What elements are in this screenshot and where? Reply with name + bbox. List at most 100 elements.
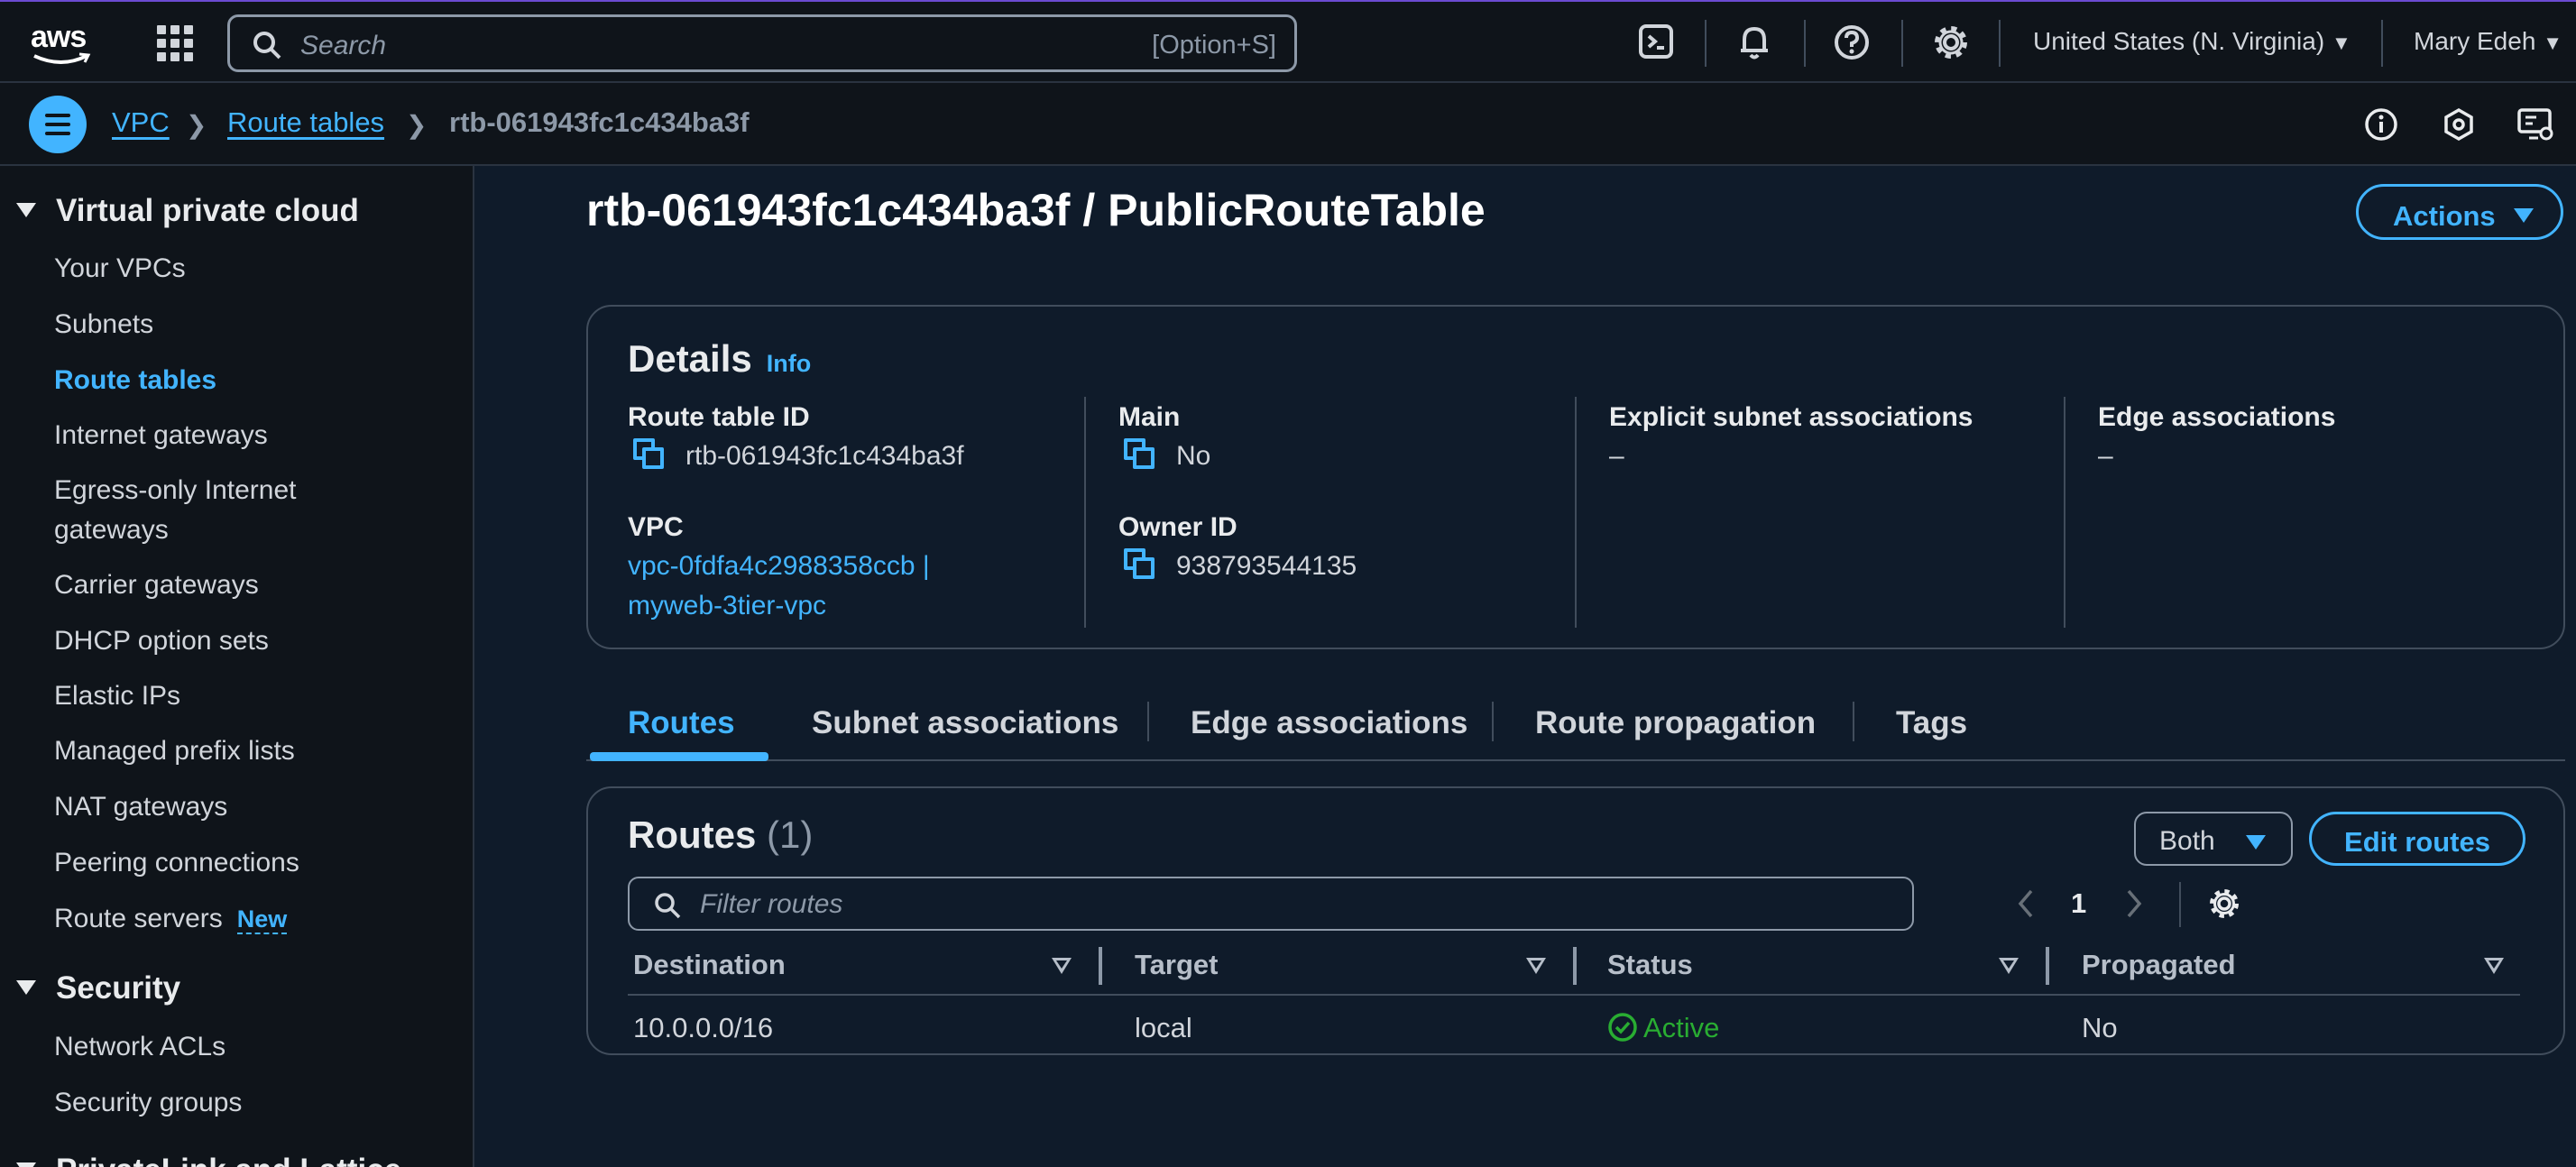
- side-nav-toggle-button[interactable]: [29, 96, 87, 153]
- settings-icon[interactable]: [1930, 22, 1972, 63]
- column-resizer[interactable]: [1099, 947, 1102, 985]
- vpc-name-link[interactable]: myweb-3tier-vpc: [628, 586, 826, 626]
- explicit-subnet-associations-value: –: [1609, 441, 1624, 471]
- cell-status: Active: [1607, 1012, 1719, 1045]
- nav-section-security[interactable]: Security: [16, 970, 180, 1006]
- breadcrumb-current: rtb-061943fc1c434ba3f: [449, 106, 750, 138]
- sidebar-item-route-tables[interactable]: Route tables: [54, 361, 216, 400]
- side-navigation: Virtual private cloud Your VPCs Subnets …: [0, 166, 474, 1167]
- cloudshell-icon[interactable]: [1636, 22, 1678, 63]
- sidebar-item-nat-gateways[interactable]: NAT gateways: [54, 787, 227, 827]
- sort-icon[interactable]: [1052, 958, 1072, 974]
- sort-icon[interactable]: [2484, 958, 2504, 974]
- cell-target: local: [1135, 1012, 1192, 1043]
- main-content: rtb-061943fc1c434ba3f / PublicRouteTable…: [476, 166, 2576, 1167]
- column-divider: [1084, 397, 1086, 628]
- tab-tags[interactable]: Tags: [1896, 705, 1967, 741]
- help-icon[interactable]: [1831, 22, 1872, 63]
- sidebar-item-carrier-gateways[interactable]: Carrier gateways: [54, 565, 259, 605]
- tab-subnet-associations[interactable]: Subnet associations: [812, 705, 1118, 741]
- edit-routes-button[interactable]: Edit routes: [2309, 812, 2525, 866]
- account-menu[interactable]: Mary Edeh ▼: [2414, 27, 2562, 56]
- new-badge: New: [236, 905, 288, 934]
- main-value: No: [1124, 436, 1210, 476]
- aws-logo[interactable]: aws: [31, 20, 96, 67]
- page-title: rtb-061943fc1c434ba3f / PublicRouteTable: [586, 185, 1486, 235]
- region-selector[interactable]: United States (N. Virginia) ▼: [2033, 27, 2351, 56]
- nav-section-virtual-private-cloud[interactable]: Virtual private cloud: [16, 193, 359, 229]
- tab-divider: [1147, 702, 1149, 741]
- tab-divider: [1853, 702, 1854, 741]
- chevron-right-icon[interactable]: [2123, 887, 2145, 920]
- divider: [1705, 20, 1707, 67]
- sidebar-item-your-vpcs[interactable]: Your VPCs: [54, 249, 186, 289]
- search-icon: [655, 893, 681, 919]
- column-header-destination[interactable]: Destination: [633, 949, 786, 981]
- caret-down-icon: [2514, 208, 2534, 223]
- copy-icon[interactable]: [633, 438, 666, 471]
- copy-icon[interactable]: [1124, 548, 1156, 581]
- page-number[interactable]: 1: [2071, 887, 2086, 920]
- sidebar-item-egress-only-internet-gateways[interactable]: Egress-only Internet gateways: [54, 471, 352, 550]
- tab-divider: [1492, 702, 1494, 741]
- sidebar-item-network-acls[interactable]: Network ACLs: [54, 1027, 225, 1067]
- hexagon-feedback-icon[interactable]: [2441, 106, 2477, 142]
- column-header-propagated[interactable]: Propagated: [2082, 949, 2236, 981]
- global-search-input[interactable]: Search [Option+S]: [227, 14, 1297, 72]
- tab-underline: [586, 759, 2565, 761]
- filter-routes-input[interactable]: Filter routes: [628, 877, 1914, 931]
- search-shortcut: [Option+S]: [1152, 31, 1276, 60]
- chevron-left-icon[interactable]: [2015, 887, 2037, 920]
- column-resizer[interactable]: [1573, 947, 1577, 985]
- display-preferences-icon[interactable]: [2516, 106, 2556, 142]
- bell-icon[interactable]: [1734, 22, 1775, 63]
- sidebar-item-route-servers[interactable]: Route servers New: [54, 899, 288, 939]
- tab-routes[interactable]: Routes: [628, 705, 735, 741]
- services-grid-icon[interactable]: [157, 25, 193, 61]
- breadcrumb-vpc-link[interactable]: VPC: [112, 106, 170, 139]
- sort-icon[interactable]: [1526, 958, 1546, 974]
- search-icon: [253, 32, 281, 60]
- vpc-label: VPC: [628, 512, 684, 542]
- status-success-icon: [1608, 1013, 1637, 1042]
- table-divider: [628, 994, 2520, 996]
- column-divider: [2064, 397, 2065, 628]
- chevron-right-icon: ❯: [186, 111, 207, 139]
- vpc-link[interactable]: vpc-0fdfa4c2988358ccb |: [628, 547, 930, 586]
- settings-icon[interactable]: [2206, 886, 2242, 922]
- sidebar-item-security-groups[interactable]: Security groups: [54, 1083, 242, 1123]
- sidebar-item-elastic-ips[interactable]: Elastic IPs: [54, 676, 180, 716]
- sidebar-item-subnets[interactable]: Subnets: [54, 305, 153, 345]
- column-resizer[interactable]: [2046, 947, 2049, 985]
- tab-edge-associations[interactable]: Edge associations: [1191, 705, 1467, 741]
- caret-down-icon: [16, 979, 36, 995]
- actions-button[interactable]: Actions: [2356, 184, 2563, 240]
- route-filter-select[interactable]: Both: [2134, 812, 2293, 866]
- column-header-target[interactable]: Target: [1135, 949, 1218, 981]
- chevron-right-icon: ❯: [406, 111, 428, 139]
- divider: [2179, 882, 2181, 927]
- nav-section-privatelink-and-lattice[interactable]: PrivateLink and Lattice: [16, 1153, 401, 1167]
- sidebar-item-peering-connections[interactable]: Peering connections: [54, 843, 299, 883]
- breadcrumb-route-tables-link[interactable]: Route tables: [227, 106, 384, 139]
- column-header-status[interactable]: Status: [1607, 949, 1693, 981]
- sort-icon[interactable]: [1999, 958, 2019, 974]
- info-link[interactable]: Info: [767, 350, 811, 377]
- edge-associations-value: –: [2098, 441, 2113, 471]
- owner-id-value: 938793544135: [1124, 547, 1357, 586]
- sidebar-item-internet-gateways[interactable]: Internet gateways: [54, 416, 268, 455]
- divider: [1804, 20, 1806, 67]
- tab-route-propagation[interactable]: Route propagation: [1535, 705, 1816, 741]
- route-table-id-value: rtb-061943fc1c434ba3f: [633, 436, 964, 476]
- info-icon[interactable]: [2363, 106, 2399, 142]
- divider: [1999, 20, 2001, 67]
- edge-associations-label: Edge associations: [2098, 402, 2336, 432]
- sidebar-item-managed-prefix-lists[interactable]: Managed prefix lists: [54, 731, 295, 771]
- details-heading: Details Info: [628, 337, 812, 380]
- divider: [1901, 20, 1903, 67]
- copy-icon[interactable]: [1124, 438, 1156, 471]
- route-table-id-label: Route table ID: [628, 402, 810, 432]
- sidebar-item-dhcp-option-sets[interactable]: DHCP option sets: [54, 621, 269, 661]
- caret-down-icon: [16, 1162, 36, 1167]
- column-divider: [1575, 397, 1577, 628]
